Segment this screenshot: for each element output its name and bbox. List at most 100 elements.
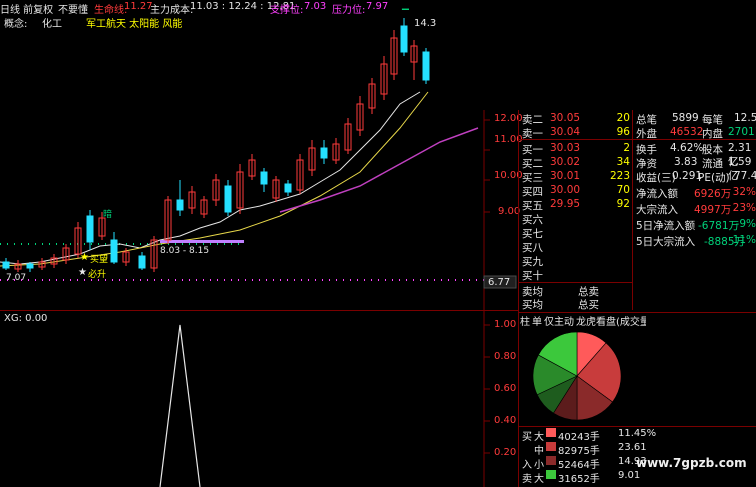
flow-size: 小 (534, 460, 544, 471)
sub-indicator-chart[interactable] (0, 311, 518, 487)
panel-divider (518, 426, 756, 427)
stat-row: 收益(三) 0.291 PE(动) 77.4 (634, 170, 756, 184)
candle (14, 260, 22, 272)
flow-label: 大宗流入 (636, 204, 678, 216)
tab-bar-view[interactable]: 柱 (520, 313, 530, 328)
money-flow-row: 净流入额 6926万 32% (634, 186, 756, 200)
flow-side: 卖 (522, 474, 532, 485)
avg-buy-row: 买均 总买 (520, 297, 632, 311)
sub-axis-label: 0.20 (494, 447, 517, 458)
low-mark-label: 7.07 (6, 273, 27, 283)
flow-swatch (546, 456, 556, 465)
stat-key: 外盘 (636, 128, 657, 140)
flow-table-row: 卖 大 31652手 9.01 (520, 470, 656, 485)
stat-key: 收益(三) (636, 172, 676, 184)
tab-dragon-tiger[interactable]: 龙虎看盘(成交量形 (576, 313, 646, 328)
order-bid-row[interactable]: 买二 30.02 34 (520, 156, 632, 170)
stat-key: PE(动) (698, 172, 730, 184)
sub-axis-label: 0.40 (494, 415, 517, 426)
candle (320, 140, 328, 164)
candle (176, 180, 184, 216)
candle (248, 154, 256, 180)
stat-value: 77.4 (734, 170, 756, 182)
flow-swatch (546, 428, 556, 437)
main-price-chart[interactable] (0, 0, 518, 310)
candle (344, 118, 352, 154)
candle (356, 96, 364, 136)
high-mark-label: 14.3 (414, 18, 437, 29)
bid-label: 买八 (522, 242, 543, 254)
signal-star-icon: ★ (78, 267, 87, 278)
flow-pct: 23% (732, 202, 756, 214)
panel-divider (632, 110, 633, 310)
order-bid-row[interactable]: 买七 (520, 226, 632, 240)
high-marker: ▔ (402, 10, 409, 20)
bid-volume: 34 (616, 156, 630, 168)
order-bid-row[interactable]: 买一 30.03 2 (520, 142, 632, 156)
flow-side: 入 (522, 460, 532, 471)
flow-label: 5日净流入额 (636, 220, 696, 232)
bid-label: 买六 (522, 214, 543, 226)
candle (62, 244, 70, 264)
flow-size: 中 (534, 446, 544, 457)
flow-volume: 52464手 (558, 460, 600, 471)
signal-star-icon: ★ (80, 252, 89, 263)
flow-percent: 11.45% (618, 428, 657, 439)
candle (260, 168, 268, 192)
candle (50, 254, 58, 268)
bid-price: 30.00 (550, 184, 581, 196)
order-bid-row[interactable]: 买九 (520, 254, 632, 268)
ask-price: 30.05 (550, 112, 581, 124)
candle (284, 180, 292, 196)
bid-price: 30.03 (550, 142, 581, 154)
stat-row: 换手 4.62% 股本 2.31亿 (634, 142, 756, 168)
flow-value: -6781万 (698, 220, 740, 232)
flow-value: 6926万 (694, 188, 732, 200)
bid-label: 买十 (522, 270, 543, 282)
order-ask-row[interactable]: 卖二 30.05 20 (520, 112, 632, 126)
flow-volume: 31652手 (558, 474, 600, 485)
candle (272, 176, 280, 202)
stat-value: 3.83 (674, 156, 698, 168)
flow-pct: -11% (728, 234, 756, 246)
flow-pct: -9% (735, 218, 756, 230)
range-band (160, 240, 244, 243)
stat-key: 每笔 (702, 114, 723, 126)
stat-row: 外盘 46532 内盘 27011 (634, 126, 756, 140)
order-bid-row[interactable]: 买五 29.95 92 (520, 198, 632, 212)
order-bid-row[interactable]: 买三 30.01 223 (520, 170, 632, 184)
tab-single[interactable]: 单 (532, 313, 542, 328)
order-flow-pie[interactable] (530, 328, 624, 424)
bid-label: 买五 (522, 200, 543, 212)
bid-price: 29.95 (550, 198, 581, 210)
order-bid-row[interactable]: 买八 (520, 240, 632, 254)
stat-row: 总笔 5899 每笔 12.5 (634, 112, 756, 126)
candle (332, 138, 340, 164)
ask-label: 卖二 (522, 114, 543, 126)
flow-side: 买 (522, 432, 532, 443)
flow-label: 5日大宗流入 (636, 236, 696, 248)
order-bid-row[interactable]: 买四 30.00 70 (520, 184, 632, 198)
candle (224, 180, 232, 216)
total-buy-label: 总买 (578, 299, 599, 311)
bid-label: 买四 (522, 186, 543, 198)
flow-table-row: 中 82975手 23.61 (520, 442, 656, 457)
candle (380, 56, 388, 100)
ask-price: 30.04 (550, 126, 581, 138)
bid-volume: 2 (623, 142, 630, 154)
order-ask-row[interactable]: 卖一 30.04 96 (520, 126, 632, 140)
bid-price: 30.01 (550, 170, 581, 182)
candle (368, 78, 376, 114)
bid-volume: 223 (609, 170, 630, 182)
sub-axis-label: 1.00 (494, 319, 517, 330)
candle (236, 164, 244, 214)
tab-active-only[interactable]: 仅主动 (544, 313, 574, 328)
money-flow-row: 5日大宗流入 -8885万 -11% (634, 234, 756, 248)
stat-key: 净资 (636, 158, 657, 170)
order-bid-row[interactable]: 买六 (520, 212, 632, 226)
sub-axis-label: 0.60 (494, 383, 517, 394)
order-bid-row[interactable]: 买十 (520, 268, 632, 282)
candle (110, 232, 118, 264)
flow-pct: 32% (732, 186, 756, 198)
bid-volume: 92 (616, 198, 630, 210)
